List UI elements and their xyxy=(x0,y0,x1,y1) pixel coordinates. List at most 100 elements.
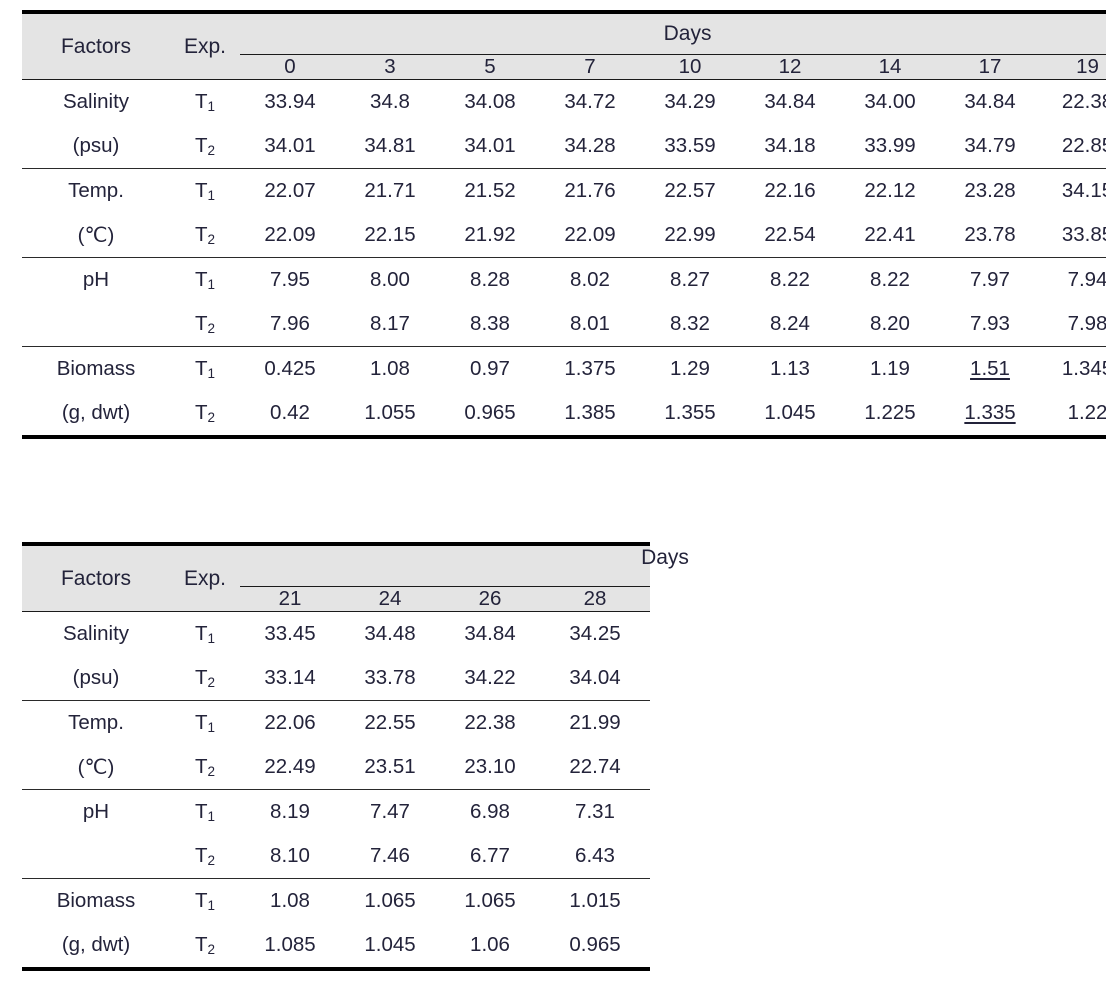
data-cell: 1.045 xyxy=(364,933,416,956)
data-cell: 23.78 xyxy=(964,223,1016,246)
data-cell: 22.49 xyxy=(264,755,316,778)
exp-label: T2 xyxy=(170,391,240,437)
table-row: (g, dwt) T2 0.42 1.055 0.965 1.385 1.355 1.045 1… xyxy=(22,391,1106,437)
table-row: (℃) T2 22.09 22.15 21.92 22.09 22.99 22.54 22.41… xyxy=(22,213,1106,258)
exp-base: T xyxy=(194,357,208,380)
exp-base: T xyxy=(194,268,208,291)
data-cell: 7.46 xyxy=(370,844,410,867)
data-cell: 1.355 xyxy=(664,401,716,424)
exp-label: T1 xyxy=(170,258,240,303)
header-days-group: Days xyxy=(663,22,712,45)
data-cell: 8.22 xyxy=(870,268,910,291)
data-cell: 0.42 xyxy=(270,401,310,424)
exp-label: T2 xyxy=(170,124,240,169)
data-cell: 1.085 xyxy=(264,933,316,956)
header-day-10: 10 xyxy=(640,54,740,80)
data-cell: 1.345 xyxy=(1061,357,1106,380)
exp-label: T1 xyxy=(170,169,240,214)
factor-label: (g, dwt) xyxy=(61,401,131,424)
data-cell: 34.18 xyxy=(764,134,816,157)
exp-label: T2 xyxy=(170,213,240,258)
data-cell: 8.27 xyxy=(670,268,710,291)
data-cell: 8.38 xyxy=(470,312,510,335)
exp-base: T xyxy=(194,889,208,912)
data-cell: 8.22 xyxy=(770,268,810,291)
data-cell: 34.72 xyxy=(564,90,616,113)
header-day-26: 26 xyxy=(440,586,540,612)
factor-label: (℃) xyxy=(77,755,115,779)
data-cell: 1.065 xyxy=(464,889,516,912)
data-cell: 8.28 xyxy=(470,268,510,291)
exp-subscript: 1 xyxy=(207,187,216,203)
data-cell: 8.17 xyxy=(370,312,410,335)
exp-base: T xyxy=(194,622,208,645)
data-cell: 23.51 xyxy=(364,755,416,778)
exp-subscript: 1 xyxy=(207,98,216,114)
data-cell: 1.015 xyxy=(569,889,621,912)
data-cell: 0.97 xyxy=(470,357,510,380)
table-row: Salinity T1 33.45 34.48 34.84 34.25 xyxy=(22,612,650,657)
data-cell: 22.41 xyxy=(864,223,916,246)
table-row: Temp. T1 22.06 22.55 22.38 21.99 xyxy=(22,701,650,746)
exp-subscript: 2 xyxy=(207,941,216,957)
table-row: Temp. T1 22.07 21.71 21.52 21.76 22.57 22.16 22.… xyxy=(22,169,1106,214)
data-cell: 22.55 xyxy=(364,711,416,734)
data-cell: 34.08 xyxy=(464,90,516,113)
header-factors: Factors xyxy=(60,34,131,58)
table-row: (psu) T2 34.01 34.81 34.01 34.28 33.59 34.18 33.… xyxy=(22,124,1106,169)
data-cell: 22.85 xyxy=(1061,134,1106,157)
table-two-days-group-label: Days xyxy=(641,546,689,569)
factor-label: (g, dwt) xyxy=(61,933,131,956)
header-day-14: 14 xyxy=(840,54,940,80)
data-cell: 7.95 xyxy=(270,268,310,291)
data-cell: 34.29 xyxy=(664,90,716,113)
exp-base: T xyxy=(194,711,208,734)
data-cell: 6.77 xyxy=(470,844,510,867)
data-cell: 34.81 xyxy=(364,134,416,157)
table-row: T2 8.10 7.46 6.77 6.43 xyxy=(22,834,650,879)
header-factors: Factors xyxy=(60,566,131,590)
factor-label: Salinity xyxy=(62,90,130,113)
data-cell: 21.76 xyxy=(564,179,616,202)
data-cell: 33.99 xyxy=(864,134,916,157)
table-row: (psu) T2 33.14 33.78 34.22 34.04 xyxy=(22,656,650,701)
data-cell: 22.99 xyxy=(664,223,716,246)
data-cell: 22.57 xyxy=(664,179,716,202)
exp-label: T1 xyxy=(170,701,240,746)
data-cell: 0.965 xyxy=(464,401,516,424)
table-row: Biomass T1 0.425 1.08 0.97 1.375 1.29 1.13 1.19 1… xyxy=(22,347,1106,392)
factor-label: Temp. xyxy=(68,179,124,202)
data-cell: 8.32 xyxy=(670,312,710,335)
data-cell: 1.06 xyxy=(470,933,510,956)
data-cell: 7.47 xyxy=(370,800,410,823)
exp-base: T xyxy=(194,755,208,778)
header-day-21: 21 xyxy=(240,586,340,612)
data-cell: 1.08 xyxy=(370,357,410,380)
data-cell: 34.79 xyxy=(964,134,1016,157)
data-cell: 7.93 xyxy=(970,312,1010,335)
exp-base: T xyxy=(194,800,208,823)
data-cell: 8.01 xyxy=(570,312,610,335)
exp-base: T xyxy=(194,312,208,335)
exp-label: T2 xyxy=(170,656,240,701)
table-row: pH T1 8.19 7.47 6.98 7.31 xyxy=(22,790,650,835)
exp-subscript: 2 xyxy=(207,320,216,336)
table-row: (g, dwt) T2 1.085 1.045 1.06 0.965 xyxy=(22,923,650,969)
data-cell: 22.54 xyxy=(764,223,816,246)
data-cell: 34.84 xyxy=(464,622,516,645)
data-cell: 33.78 xyxy=(364,666,416,689)
exp-label: T1 xyxy=(170,790,240,835)
data-cell: 34.84 xyxy=(764,90,816,113)
header-exp: Exp. xyxy=(183,34,227,58)
data-cell: 33.85 xyxy=(1061,223,1106,246)
data-cell: 22.15 xyxy=(364,223,416,246)
table-two-body: Factors Exp. 21 24 26 28 Salinity T1 33.45 34.48 3… xyxy=(22,544,650,969)
exp-subscript: 1 xyxy=(207,897,216,913)
data-cell: 8.20 xyxy=(870,312,910,335)
table-one-body: Factors Exp. Days 0 3 5 7 10 12 14 17 19 Salinity T1 3… xyxy=(22,12,1106,437)
header-day-17: 17 xyxy=(940,54,1040,80)
exp-subscript: 2 xyxy=(207,763,216,779)
factor-label xyxy=(22,302,170,347)
data-cell: 8.19 xyxy=(270,800,310,823)
exp-label: T1 xyxy=(170,347,240,392)
